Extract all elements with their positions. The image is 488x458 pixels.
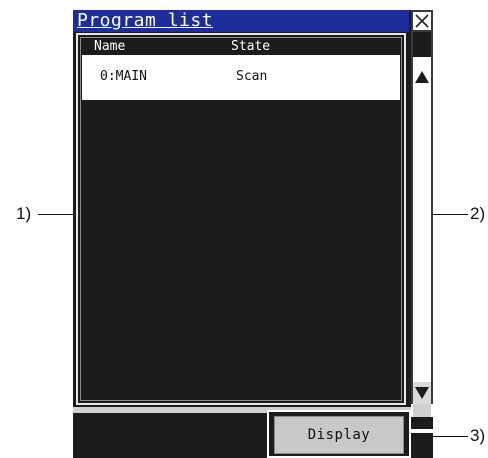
table-row[interactable]: 0:MAIN Scan: [82, 55, 400, 100]
row-state-cell: Scan: [236, 69, 268, 84]
display-button[interactable]: Display: [274, 416, 404, 454]
callout-3-label: 3): [470, 426, 486, 445]
table-header: Name State: [82, 38, 400, 55]
close-icon: [415, 14, 429, 28]
row-name-cell: 0:MAIN: [100, 69, 147, 84]
triangle-up-icon: [415, 71, 429, 83]
corner-block: [411, 417, 433, 458]
column-header-name: Name: [94, 39, 126, 54]
corner-divider: [411, 429, 433, 433]
callout-3-line: [433, 436, 468, 437]
scroll-thumb[interactable]: [413, 32, 431, 57]
list-empty-area: [82, 100, 400, 399]
column-header-state: State: [231, 39, 271, 54]
scrollbar-end: [413, 404, 431, 417]
scroll-up-button[interactable]: [413, 57, 431, 97]
callout-2-label: 2): [470, 204, 486, 223]
window-title: Program list: [73, 10, 409, 32]
callout-1-label: 1): [16, 204, 32, 223]
scroll-track[interactable]: [413, 97, 431, 382]
close-button[interactable]: [411, 10, 433, 32]
callout-2-line: [433, 214, 468, 215]
scroll-down-button[interactable]: [413, 382, 431, 404]
callout-1-line: [38, 214, 73, 215]
triangle-down-icon: [415, 387, 429, 399]
